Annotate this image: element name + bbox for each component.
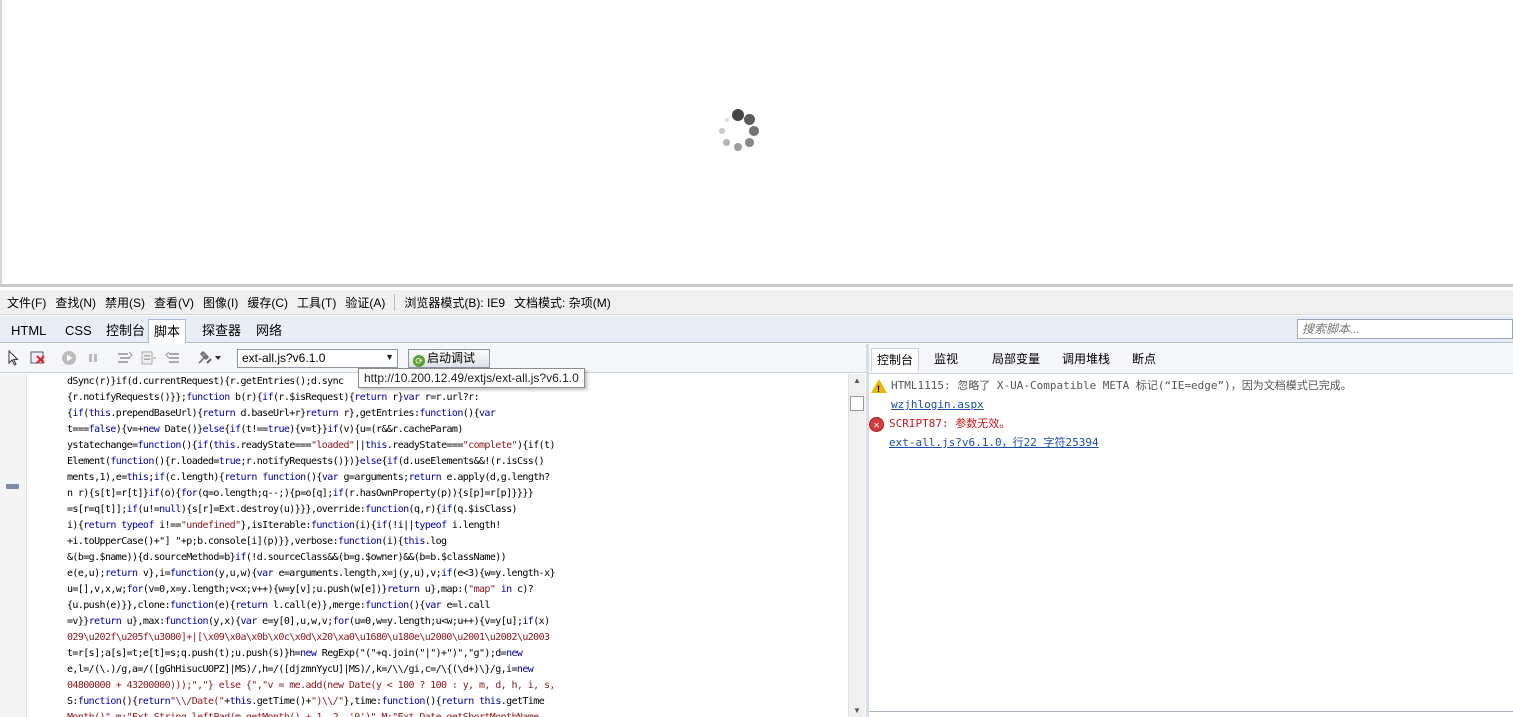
document-mode-menu[interactable]: 文档模式: 杂项(M) [514, 294, 611, 311]
configuration-icon[interactable] [197, 350, 223, 366]
warning-text: HTML1115: 忽略了 X-UA-Compatible META 标记(“I… [891, 379, 1352, 392]
pause-icon[interactable] [85, 350, 101, 366]
error-icon: ✕ [869, 417, 884, 432]
debug-panel-tabbar: 控制台 监视 局部变量 调用堆栈 断点 [869, 344, 1513, 374]
step-into-icon[interactable] [117, 350, 133, 366]
code-line: +i.toUpperCase()+"] "+p;b.console[i](p)}… [67, 536, 447, 547]
current-line-marker-icon [6, 484, 19, 489]
clear-browser-cache-icon[interactable] [30, 350, 46, 366]
script-source-panel[interactable]: dSync(r)}if(d.currentRequest){r.getEntri… [0, 374, 866, 717]
code-line: &(b=g.$name)){d.sourceMethod=b}if(!d.sou… [67, 552, 507, 563]
scroll-up-icon[interactable]: ▲ [853, 376, 861, 385]
chevron-down-icon: ▼ [385, 352, 394, 362]
code-line: Month()",m:"Ext.String.leftPad(m.getMont… [67, 710, 847, 717]
code-scrollbar[interactable]: ▲ ▼ [848, 374, 865, 717]
error-text: SCRIPT87: 参数无效。 [889, 417, 1011, 430]
browser-mode-value: IE9 [487, 295, 506, 310]
menu-cache[interactable]: 缓存(C) [247, 294, 288, 311]
start-debugging-label: 启动调试 [427, 351, 476, 365]
search-script-input[interactable] [1297, 319, 1513, 339]
console-output: ! HTML1115: 忽略了 X-UA-Compatible META 标记(… [869, 375, 1513, 711]
page-viewport [0, 0, 1513, 287]
code-line: S:function(){return"\\/Date("+this.getTi… [67, 696, 545, 707]
spinner-dot [732, 109, 744, 121]
spinner-dot [744, 137, 754, 147]
tab-watch[interactable]: 监视 [929, 348, 963, 372]
select-element-icon[interactable] [6, 349, 22, 366]
file-url-tooltip: http://10.200.12.49/extjs/ext-all.js?v6.… [358, 368, 585, 388]
code-line: e,l=/(\.)/g,a=/([gGhHisucUOPZ]|MS)/,h=/(… [67, 664, 534, 675]
tab-html[interactable]: HTML [6, 319, 51, 343]
code-line: i){return typeof i!=="undefined"},isIter… [67, 520, 501, 531]
step-over-icon[interactable] [141, 350, 157, 366]
tab-call-stack[interactable]: 调用堆栈 [1057, 348, 1115, 372]
code-line: Element(function(){r.loaded=true;r.notif… [67, 456, 545, 467]
document-mode-label: 文档模式: [514, 295, 566, 310]
continue-icon[interactable] [61, 350, 77, 366]
menu-view[interactable]: 查看(V) [154, 294, 194, 311]
menu-validate[interactable]: 验证(A) [345, 294, 385, 311]
document-mode-value: 杂项(M) [568, 295, 611, 310]
tab-css[interactable]: CSS [60, 319, 97, 343]
code-line: ments,1),e=this;if(c.length){return func… [67, 472, 550, 483]
tab-console[interactable]: 控制台 [101, 319, 150, 343]
code-line: 04800000 + 43200000)));","} else {","v =… [67, 680, 555, 691]
code-line: u=[],v,x,w;for(v=0,x=y.length;v<x;v++){w… [67, 584, 534, 595]
code-line: n r){s[t]=r[t]}if(o){for(q=o.length;q--;… [67, 488, 534, 499]
menu-file[interactable]: 文件(F) [7, 294, 46, 311]
browser-mode-label: 浏览器模式(B): [404, 295, 484, 310]
code-line: t=r[s];a[s]=t;e[t]=s;q.push(t);u.push(s)… [67, 648, 523, 659]
code-line: {if(this.prependBaseUrl){return d.baseUr… [67, 408, 496, 419]
script-file-select[interactable]: ext-all.js?v6.1.0 ▼ [237, 349, 398, 368]
scroll-down-icon[interactable]: ▼ [853, 706, 861, 715]
scrollbar-thumb[interactable] [850, 396, 864, 411]
code-line: e(e,u);return v},i=function(y,u,w){var e… [67, 568, 556, 579]
tab-locals[interactable]: 局部变量 [987, 348, 1045, 372]
tab-profiler[interactable]: 探查器 [197, 319, 246, 343]
code-line: {r.notifyRequests()}};function b(r){if(r… [67, 392, 480, 403]
loading-spinner-icon [716, 109, 760, 153]
menu-tools[interactable]: 工具(T) [297, 294, 336, 311]
spinner-dot [719, 128, 725, 134]
code-line: =s[r=q[t]];if(u!=null){s[r]=Ext.destroy(… [67, 504, 518, 515]
console-input[interactable] [869, 711, 1513, 717]
menu-separator [394, 293, 396, 311]
code-line: ystatechange=function(){if(this.readySta… [67, 440, 556, 451]
code-line: {u.push(e)}},clone:function(e){return l.… [67, 600, 490, 611]
devtools-tabbar: HTML CSS 控制台 脚本 探查器 网络 [0, 316, 1513, 343]
browser-mode-menu[interactable]: 浏览器模式(B): IE9 [404, 294, 505, 311]
spinner-dot [724, 117, 729, 122]
tab-debug-console[interactable]: 控制台 [871, 348, 920, 372]
spinner-dot [749, 126, 759, 136]
spinner-dot [734, 143, 742, 151]
source-code: dSync(r)}if(d.currentRequest){r.getEntri… [67, 374, 847, 717]
spinner-dot [743, 114, 755, 126]
menu-disable[interactable]: 禁用(S) [105, 294, 145, 311]
code-line: t===false){v=+new Date()}else{if(t!==tru… [67, 424, 463, 435]
step-out-icon[interactable] [165, 350, 181, 366]
menu-find[interactable]: 查找(N) [55, 294, 96, 311]
devtools-menubar: 文件(F) 查找(N) 禁用(S) 查看(V) 图像(I) 缓存(C) 工具(T… [0, 290, 1513, 315]
tab-script[interactable]: 脚本 [148, 319, 187, 343]
refresh-go-icon: ⟳ [413, 355, 425, 367]
warning-source-link[interactable]: wzjhlogin.aspx [891, 396, 984, 414]
spinner-dot [723, 139, 730, 146]
menu-images[interactable]: 图像(I) [203, 294, 238, 311]
console-warning-message: ! HTML1115: 忽略了 X-UA-Compatible META 标记(… [871, 377, 1511, 395]
warning-icon: ! [871, 379, 887, 394]
line-gutter[interactable] [0, 374, 27, 717]
code-line: =v}}return u},max:function(y,x){var e=y[… [67, 616, 550, 627]
error-source-link[interactable]: ext-all.js?v6.1.0，行22 字符25394 [889, 434, 1099, 452]
start-debugging-button[interactable]: ⟳ 启动调试 [408, 349, 490, 368]
tab-network[interactable]: 网络 [251, 319, 287, 343]
code-line: 029\u202f\u205f\u3000]+|[\x09\x0a\x0b\x0… [67, 632, 550, 643]
script-file-select-value: ext-all.js?v6.1.0 [242, 351, 326, 365]
tab-breakpoints[interactable]: 断点 [1127, 348, 1161, 372]
